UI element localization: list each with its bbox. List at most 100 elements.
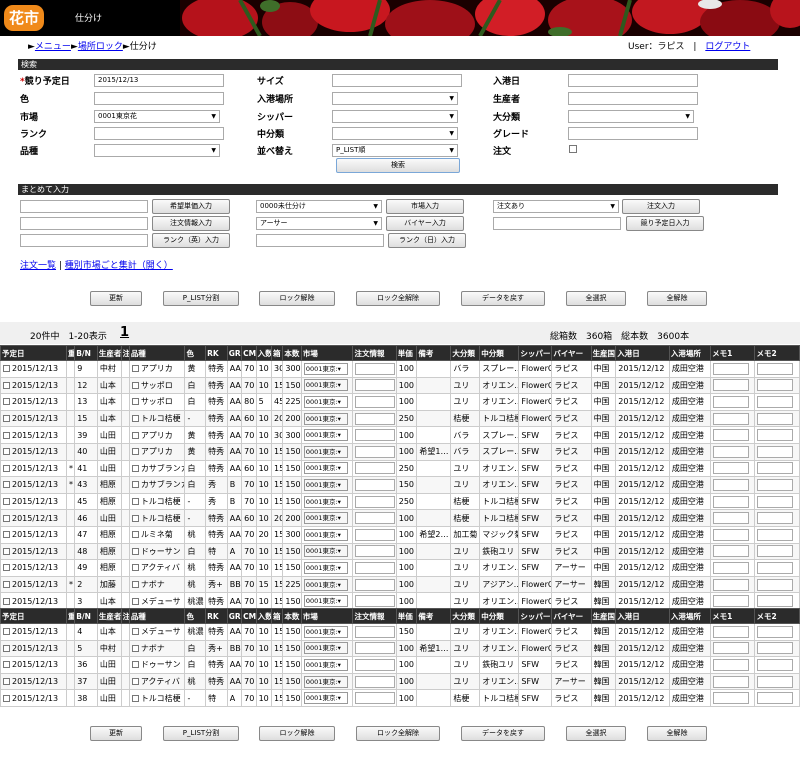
cell-memo2[interactable] (754, 459, 800, 478)
variety-checkbox[interactable] (131, 661, 139, 669)
order-info-field[interactable] (355, 462, 396, 475)
cell-memo1[interactable] (710, 592, 756, 610)
cell-order-info[interactable] (352, 689, 397, 707)
order-list-link[interactable]: 注文一覧 (20, 261, 56, 271)
cell-memo1[interactable] (710, 559, 756, 577)
market-cell-select[interactable]: 0001東京:▾ (303, 395, 348, 408)
row-select-checkbox[interactable] (3, 381, 10, 389)
memo-field[interactable] (757, 395, 794, 408)
cell-memo1[interactable] (710, 426, 756, 444)
memo-field[interactable] (713, 445, 750, 458)
row-select-checkbox[interactable] (3, 481, 10, 489)
order-info-field[interactable] (355, 545, 396, 558)
variety-checkbox[interactable] (131, 514, 139, 522)
rank-en-button[interactable]: ランク（英）入力 (152, 233, 230, 248)
order-info-field[interactable] (355, 692, 396, 705)
cell-memo1[interactable] (710, 376, 756, 395)
cell-market[interactable]: 0001東京:▾ (300, 542, 354, 561)
variety-checkbox[interactable] (131, 415, 139, 423)
memo-field[interactable] (713, 478, 750, 491)
cell-market[interactable]: 0001東京:▾ (300, 426, 354, 444)
cell-market[interactable]: 0001東京:▾ (300, 376, 354, 395)
update-button-bottom[interactable]: 更新 (90, 726, 142, 741)
variety-checkbox[interactable] (131, 531, 139, 539)
market-cell-select[interactable]: 0001東京:▾ (303, 692, 348, 705)
memo-field[interactable] (713, 362, 750, 375)
table-row[interactable]: 2015/12/1345相原トルコ桔梗-秀B7010151500001東京:▾2… (0, 492, 800, 511)
unlock-button-bottom[interactable]: ロック解除 (259, 726, 335, 741)
cell-order-info[interactable] (352, 592, 397, 610)
market-cell-select[interactable]: 0001東京:▾ (303, 379, 348, 392)
market-select[interactable]: 0001東京花 ▼ (94, 110, 220, 123)
plist-split-button[interactable]: P_LIST分割 (163, 291, 239, 306)
order-info-field[interactable] (355, 675, 396, 688)
variety-checkbox[interactable] (131, 365, 139, 373)
rank-en-input[interactable] (20, 234, 148, 247)
rank-input[interactable] (94, 127, 224, 140)
market-cell-select[interactable]: 0001東京:▾ (303, 642, 348, 655)
cell-market[interactable]: 0001東京:▾ (300, 509, 354, 527)
cell-market[interactable]: 0001東京:▾ (300, 360, 354, 378)
memo-field[interactable] (713, 395, 750, 408)
memo-field[interactable] (713, 429, 750, 442)
order-status-select[interactable]: 注文あり ▼ (493, 200, 619, 213)
cell-memo1[interactable] (710, 393, 756, 411)
cell-order-info[interactable] (352, 492, 397, 511)
cell-memo2[interactable] (754, 426, 800, 444)
table-row[interactable]: 2015/12/13 37 山田 アクティバ桃 特秀 AA7010 151500001東京:… (0, 672, 800, 691)
cell-memo1[interactable] (710, 492, 756, 511)
table-row[interactable]: 2015/12/13 3 山本 メデューサ桃濃特秀 AA7010 151500001東京:… (0, 592, 800, 610)
search-button[interactable]: 検索 (336, 158, 460, 173)
wish-price-button[interactable]: 希望単価入力 (152, 199, 230, 214)
memo-field[interactable] (757, 528, 794, 541)
table-row[interactable]: 2015/12/13 47 相原 ルミネ菊 桃 特秀 AA7020 153000001東京:▾… (0, 525, 800, 544)
cell-memo2[interactable] (754, 409, 800, 428)
row-select-checkbox[interactable] (3, 448, 10, 456)
cell-memo2[interactable] (754, 689, 800, 707)
row-select-checkbox[interactable] (3, 365, 10, 373)
page-link-1[interactable]: 1 (120, 325, 129, 340)
cell-market[interactable]: 0001東京:▾ (300, 442, 354, 461)
order-info-field[interactable] (355, 395, 396, 408)
breadcrumb-lock-link[interactable]: 場所ロック (78, 42, 123, 52)
cell-market[interactable]: 0001東京:▾ (300, 575, 354, 594)
sort-select[interactable]: P_LIST順 ▼ (332, 144, 458, 157)
select-all-button-bottom[interactable]: 全選択 (566, 726, 626, 741)
cell-market[interactable]: 0001東京:▾ (300, 409, 354, 428)
cell-order-info[interactable] (352, 525, 397, 544)
market-input-button[interactable]: 市場入力 (386, 199, 464, 214)
cell-memo2[interactable] (754, 492, 800, 511)
row-select-checkbox[interactable] (3, 694, 10, 702)
memo-field[interactable] (713, 545, 750, 558)
table-row[interactable]: 2015/12/13*2加藤ナボナ桃秀+BB7015152250001東京:▾1… (0, 575, 800, 594)
cell-market[interactable]: 0001東京:▾ (300, 459, 354, 478)
memo-field[interactable] (757, 642, 794, 655)
cell-market[interactable]: 0001東京:▾ (300, 492, 354, 511)
producer-input[interactable] (568, 92, 698, 105)
memo-field[interactable] (713, 561, 750, 574)
color-input[interactable] (94, 92, 224, 105)
arrival-date-input[interactable] (568, 74, 698, 87)
rank-jp-input[interactable] (256, 234, 384, 247)
variety-checkbox[interactable] (131, 481, 139, 489)
memo-field[interactable] (757, 578, 794, 591)
market-cell-select[interactable]: 0001東京:▾ (303, 595, 348, 608)
cell-order-info[interactable] (352, 509, 397, 527)
wish-price-input[interactable] (20, 200, 148, 213)
cell-memo1[interactable] (710, 409, 756, 428)
cell-order-info[interactable] (352, 442, 397, 461)
variety-checkbox[interactable] (131, 498, 139, 506)
memo-field[interactable] (757, 625, 794, 638)
cell-memo1[interactable] (710, 525, 756, 544)
cell-memo1[interactable] (710, 656, 756, 674)
cell-order-info[interactable] (352, 623, 397, 641)
plist-split-button-bottom[interactable]: P_LIST分割 (163, 726, 239, 741)
memo-field[interactable] (713, 675, 750, 688)
order-info-button[interactable]: 注文情報入力 (152, 216, 230, 231)
auction-date-bulk-button[interactable]: 競り予定日入力 (626, 216, 704, 231)
cell-memo1[interactable] (710, 639, 756, 658)
cell-market[interactable]: 0001東京:▾ (300, 656, 354, 674)
market-cell-select[interactable]: 0001東京:▾ (303, 495, 348, 508)
cell-market[interactable]: 0001東京:▾ (300, 559, 354, 577)
variety-checkbox[interactable] (131, 381, 139, 389)
